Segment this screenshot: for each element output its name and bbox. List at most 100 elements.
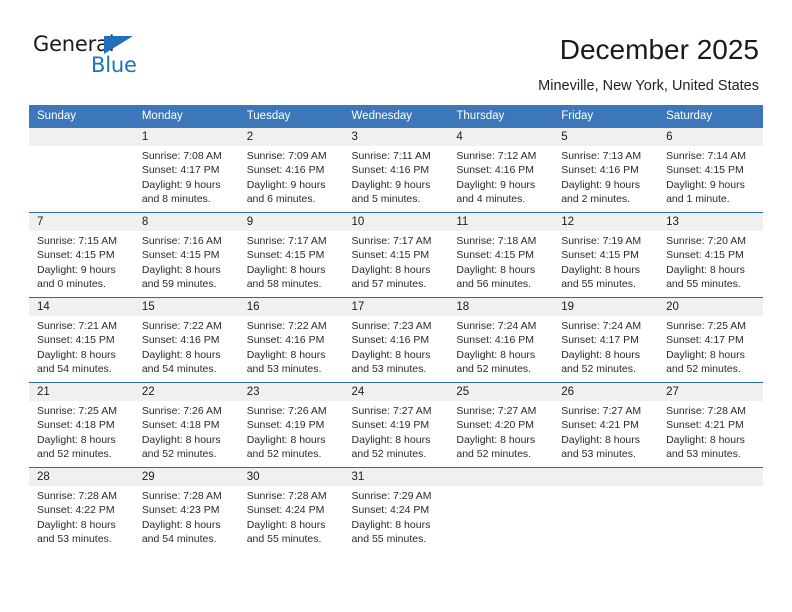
day-detail-line: and 53 minutes.: [37, 533, 112, 546]
calendar-day-cell[interactable]: 10 Sunrise: 7:17 AM Sunset: 4:15 PM Dayligh…: [343, 212, 449, 298]
calendar-day-cell[interactable]: 5 Sunrise: 7:13 AM Sunset: 4:16 PM Daylight…: [553, 128, 659, 213]
calendar-day-cell[interactable]: 14 Sunrise: 7:21 AM Sunset: 4:15 PM Dayligh…: [29, 297, 134, 383]
weekday-header-tuesday: Tuesday: [238, 105, 344, 128]
calendar-day-cell[interactable]: 17 Sunrise: 7:23 AM Sunset: 4:16 PM Dayligh…: [343, 297, 449, 383]
calendar-day-cell[interactable]: 15 Sunrise: 7:22 AM Sunset: 4:16 PM Dayligh…: [133, 297, 239, 383]
day-sun-details: [29, 146, 134, 149]
calendar-day-cell[interactable]: 12 Sunrise: 7:19 AM Sunset: 4:15 PM Dayligh…: [553, 212, 659, 298]
calendar-day-cell[interactable]: 22 Sunrise: 7:26 AM Sunset: 4:18 PM Dayligh…: [133, 382, 239, 468]
day-detail-line: Sunset: 4:24 PM: [246, 504, 325, 517]
page-header: General Blue December 2025 Mineville, Ne…: [0, 0, 792, 94]
day-detail-line: Daylight: 9 hours: [351, 178, 431, 191]
day-detail-line: Sunset: 4:23 PM: [141, 504, 220, 517]
day-detail-line: Sunset: 4:17 PM: [141, 164, 220, 177]
day-sun-details: Sunrise: 7:17 AM Sunset: 4:15 PM Daylight:…: [344, 231, 449, 292]
day-detail-line: Daylight: 8 hours: [666, 348, 745, 361]
calendar-day-cell[interactable]: 31 Sunrise: 7:29 AM Sunset: 4:24 PM Dayligh…: [343, 467, 449, 552]
day-detail-line: and 53 minutes.: [666, 448, 741, 461]
calendar-week-row: 1 Sunrise: 7:08 AM Sunset: 4:17 PM Daylight…: [29, 128, 763, 213]
day-detail-line: Sunrise: 7:15 AM: [37, 235, 117, 247]
day-cell-inner: [448, 468, 554, 552]
calendar-empty-cell: [29, 128, 134, 213]
day-detail-line: Sunrise: 7:18 AM: [456, 235, 537, 247]
day-number: 30: [238, 468, 344, 486]
day-number: 25: [448, 383, 554, 401]
calendar-day-cell[interactable]: 16 Sunrise: 7:22 AM Sunset: 4:16 PM Dayligh…: [238, 297, 344, 383]
calendar-day-cell[interactable]: 8 Sunrise: 7:16 AM Sunset: 4:15 PM Daylight…: [133, 212, 239, 298]
day-number: 3: [343, 128, 449, 146]
day-cell-inner: 25 Sunrise: 7:27 AM Sunset: 4:20 PM Dayligh…: [448, 383, 554, 467]
weekday-header-saturday: Saturday: [658, 105, 763, 128]
calendar-day-cell[interactable]: 11 Sunrise: 7:18 AM Sunset: 4:15 PM Dayligh…: [448, 212, 554, 298]
day-detail-line: and 57 minutes.: [351, 278, 427, 291]
day-number: [448, 468, 554, 486]
day-sun-details: [658, 486, 763, 489]
calendar-day-cell[interactable]: 4 Sunrise: 7:12 AM Sunset: 4:16 PM Daylight…: [448, 128, 554, 213]
day-detail-line: and 55 minutes.: [561, 278, 636, 291]
day-cell-inner: 14 Sunrise: 7:21 AM Sunset: 4:15 PM Dayligh…: [29, 298, 134, 382]
day-detail-line: Sunset: 4:15 PM: [561, 249, 639, 262]
calendar-day-cell[interactable]: 2 Sunrise: 7:09 AM Sunset: 4:16 PM Daylight…: [238, 128, 344, 213]
day-detail-line: Sunrise: 7:20 AM: [666, 235, 747, 247]
day-cell-inner: 21 Sunrise: 7:25 AM Sunset: 4:18 PM Dayligh…: [29, 383, 134, 467]
day-number: [553, 468, 659, 486]
day-detail-line: Daylight: 8 hours: [351, 518, 431, 531]
calendar-day-cell[interactable]: 18 Sunrise: 7:24 AM Sunset: 4:16 PM Dayligh…: [448, 297, 554, 383]
day-detail-line: Daylight: 8 hours: [561, 263, 641, 276]
calendar-day-cell[interactable]: 20 Sunrise: 7:25 AM Sunset: 4:17 PM Dayligh…: [658, 297, 763, 383]
calendar-day-cell[interactable]: 9 Sunrise: 7:17 AM Sunset: 4:15 PM Daylight…: [238, 212, 344, 298]
day-detail-line: Daylight: 8 hours: [351, 433, 431, 446]
calendar-week-row: 7 Sunrise: 7:15 AM Sunset: 4:15 PM Daylight…: [29, 212, 763, 298]
day-detail-line: Sunrise: 7:25 AM: [37, 405, 117, 417]
day-detail-line: and 54 minutes.: [37, 363, 112, 376]
day-detail-line: Sunrise: 7:26 AM: [246, 405, 327, 417]
calendar-day-cell[interactable]: 26 Sunrise: 7:27 AM Sunset: 4:21 PM Dayligh…: [553, 382, 659, 468]
calendar-day-cell[interactable]: 25 Sunrise: 7:27 AM Sunset: 4:20 PM Dayligh…: [448, 382, 554, 468]
day-detail-line: Sunset: 4:16 PM: [246, 164, 325, 177]
day-number: 4: [448, 128, 554, 146]
day-detail-line: and 52 minutes.: [351, 448, 427, 461]
calendar-day-cell[interactable]: 30 Sunrise: 7:28 AM Sunset: 4:24 PM Dayligh…: [238, 467, 344, 552]
day-detail-line: and 5 minutes.: [351, 193, 421, 206]
day-detail-line: and 53 minutes.: [246, 363, 322, 376]
day-cell-inner: 4 Sunrise: 7:12 AM Sunset: 4:16 PM Daylight…: [448, 128, 554, 212]
calendar-empty-cell: [448, 467, 554, 552]
calendar-week-row: 28 Sunrise: 7:28 AM Sunset: 4:22 PM Dayligh…: [29, 467, 763, 552]
day-detail-line: Sunrise: 7:09 AM: [246, 150, 327, 162]
day-detail-line: Daylight: 9 hours: [561, 178, 641, 191]
day-detail-line: Daylight: 9 hours: [141, 178, 221, 191]
calendar-day-cell[interactable]: 19 Sunrise: 7:24 AM Sunset: 4:17 PM Dayligh…: [553, 297, 659, 383]
day-detail-line: Sunset: 4:16 PM: [561, 164, 639, 177]
calendar-day-cell[interactable]: 29 Sunrise: 7:28 AM Sunset: 4:23 PM Dayligh…: [133, 467, 239, 552]
day-detail-line: and 52 minutes.: [666, 363, 741, 376]
day-detail-line: Daylight: 8 hours: [37, 433, 116, 446]
calendar-day-cell[interactable]: 21 Sunrise: 7:25 AM Sunset: 4:18 PM Dayligh…: [29, 382, 134, 468]
weekday-header-friday: Friday: [553, 105, 659, 128]
calendar-day-cell[interactable]: 3 Sunrise: 7:11 AM Sunset: 4:16 PM Daylight…: [343, 128, 449, 213]
calendar-day-cell[interactable]: 13 Sunrise: 7:20 AM Sunset: 4:15 PM Dayligh…: [658, 212, 763, 298]
calendar-day-cell[interactable]: 23 Sunrise: 7:26 AM Sunset: 4:19 PM Dayligh…: [238, 382, 344, 468]
day-detail-line: Sunset: 4:16 PM: [456, 334, 535, 347]
day-detail-line: Sunset: 4:21 PM: [666, 419, 744, 432]
calendar-day-cell[interactable]: 24 Sunrise: 7:27 AM Sunset: 4:19 PM Dayligh…: [343, 382, 449, 468]
day-detail-line: and 55 minutes.: [351, 533, 427, 546]
day-cell-inner: 18 Sunrise: 7:24 AM Sunset: 4:16 PM Dayligh…: [448, 298, 554, 382]
day-sun-details: Sunrise: 7:14 AM Sunset: 4:15 PM Daylight:…: [658, 146, 763, 207]
day-detail-line: and 2 minutes.: [561, 193, 631, 206]
calendar-day-cell[interactable]: 7 Sunrise: 7:15 AM Sunset: 4:15 PM Daylight…: [29, 212, 134, 298]
calendar-day-cell[interactable]: 27 Sunrise: 7:28 AM Sunset: 4:21 PM Dayligh…: [658, 382, 763, 468]
logo-triangle-icon: [104, 36, 133, 54]
calendar-day-cell[interactable]: 6 Sunrise: 7:14 AM Sunset: 4:15 PM Daylight…: [658, 128, 763, 213]
calendar-day-cell[interactable]: 1 Sunrise: 7:08 AM Sunset: 4:17 PM Daylight…: [133, 128, 239, 213]
day-cell-inner: 19 Sunrise: 7:24 AM Sunset: 4:17 PM Dayligh…: [553, 298, 659, 382]
day-cell-inner: 28 Sunrise: 7:28 AM Sunset: 4:22 PM Dayligh…: [29, 468, 134, 552]
day-number: 9: [238, 213, 344, 231]
calendar-day-cell[interactable]: 28 Sunrise: 7:28 AM Sunset: 4:22 PM Dayligh…: [29, 467, 134, 552]
page-subtitle-location: Mineville, New York, United States: [538, 78, 759, 94]
day-detail-line: and 4 minutes.: [456, 193, 526, 206]
day-cell-inner: 22 Sunrise: 7:26 AM Sunset: 4:18 PM Dayligh…: [133, 383, 239, 467]
day-detail-line: Daylight: 8 hours: [37, 518, 116, 531]
day-number: 18: [448, 298, 554, 316]
day-cell-inner: 6 Sunrise: 7:14 AM Sunset: 4:15 PM Daylight…: [658, 128, 763, 212]
day-cell-inner: 27 Sunrise: 7:28 AM Sunset: 4:21 PM Dayligh…: [658, 383, 763, 467]
